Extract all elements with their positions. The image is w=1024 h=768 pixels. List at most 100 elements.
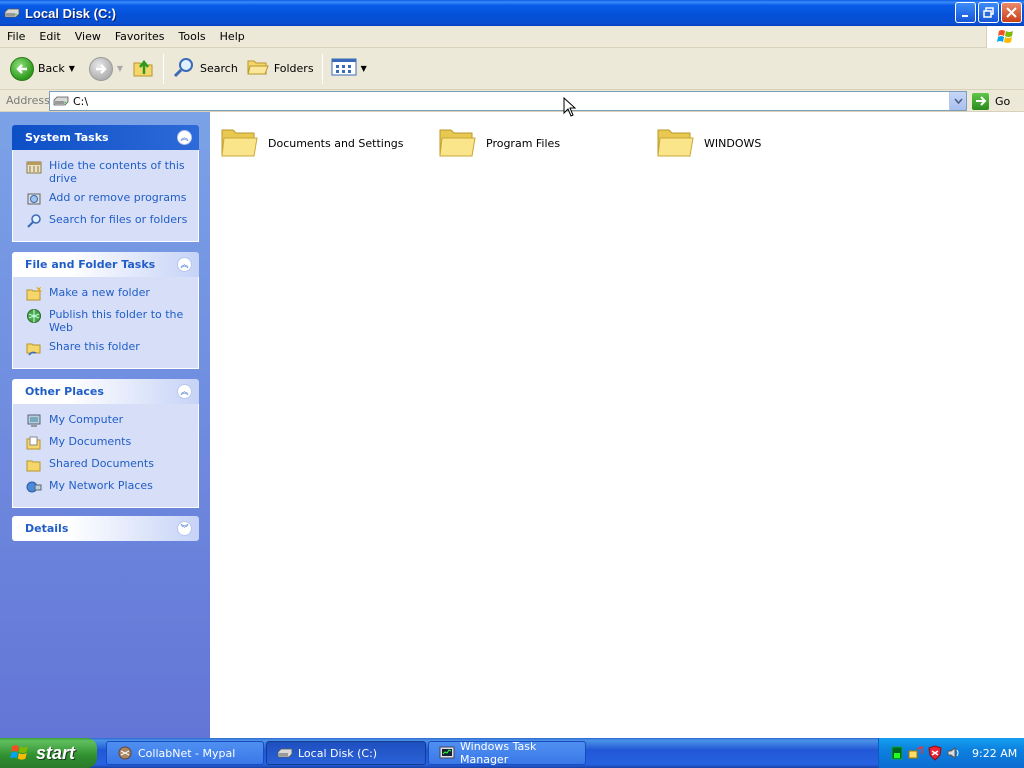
task-label: Add or remove programs [49,191,187,204]
add-remove-programs-icon [26,191,42,207]
collapse-icon[interactable]: ︽ [177,384,192,399]
task-search-files[interactable]: Search for files or folders [26,213,190,229]
drive-icon [4,5,20,21]
collapse-icon[interactable]: ︽ [177,130,192,145]
menu-edit[interactable]: Edit [32,27,67,47]
address-value: C:\ [73,94,89,108]
task-add-remove-programs[interactable]: Add or remove programs [26,191,190,207]
folder-label: Documents and Settings [268,137,404,150]
folder-label: WINDOWS [704,137,762,150]
forward-dropdown-icon[interactable]: ▼ [117,64,123,73]
folder-icon [656,124,694,163]
chevron-down-icon [953,98,963,104]
close-icon [1006,7,1017,18]
shared-documents-icon [26,457,42,473]
search-icon [26,213,42,229]
views-button[interactable]: ▼ [327,52,371,86]
up-folder-icon [131,55,155,82]
collapse-icon[interactable]: ︽ [177,257,192,272]
task-publish-web[interactable]: Publish this folder to the Web [26,308,190,334]
system-tasks-title: System Tasks [25,131,109,144]
task-manager-icon [439,745,455,761]
minimize-icon [961,14,968,17]
place-shared-documents[interactable]: Shared Documents [26,457,190,473]
system-tasks-header[interactable]: System Tasks ︽ [12,125,199,150]
folder-item[interactable]: Documents and Settings [220,124,404,163]
restore-button[interactable] [978,2,999,23]
folders-button[interactable]: Folders [242,52,318,86]
taskbar-button-label: Local Disk (C:) [298,746,378,760]
menu-help[interactable]: Help [213,27,252,47]
start-label: start [36,742,76,763]
toolbar-separator [163,53,165,84]
start-button[interactable]: start [0,738,97,768]
clock[interactable]: 9:22 AM [972,747,1017,760]
windows-logo-icon [986,26,1024,48]
taskbar: start CollabNet - Mypal Local Disk (C:) … [0,738,1024,768]
hide-contents-icon [26,159,42,175]
place-my-computer[interactable]: My Computer [26,413,190,429]
other-places-header[interactable]: Other Places ︽ [12,379,199,404]
place-my-documents[interactable]: My Documents [26,435,190,451]
forward-arrow-icon [88,56,113,81]
views-dropdown-icon[interactable]: ▼ [361,64,367,73]
windows-logo-icon [10,744,30,762]
system-tray: 9:22 AM [878,738,1024,768]
close-button[interactable] [1001,2,1022,23]
address-dropdown-button[interactable] [949,92,966,110]
network-tray-icon[interactable] [908,745,924,761]
menu-favorites[interactable]: Favorites [108,27,172,47]
cpu-meter-icon[interactable] [889,745,905,761]
restore-icon [983,7,994,18]
security-shield-icon[interactable] [927,745,943,761]
window-title: Local Disk (C:) [25,5,117,21]
menu-tools[interactable]: Tools [172,27,213,47]
up-button[interactable] [127,52,159,86]
minimize-button[interactable] [955,2,976,23]
task-pane: System Tasks ︽ Hide the contents of this… [0,112,210,738]
place-label: My Documents [49,435,132,448]
file-folder-tasks-header[interactable]: File and Folder Tasks ︽ [12,252,199,277]
place-label: My Network Places [49,479,153,492]
taskbar-button-collabnet[interactable]: CollabNet - Mypal [106,741,264,765]
taskbar-button-label: Windows Task Manager [460,740,537,766]
menu-file[interactable]: File [0,27,32,47]
taskbar-button-local-disk[interactable]: Local Disk (C:) [266,741,426,765]
taskbar-button-label: CollabNet - Mypal [138,746,236,760]
taskbar-button-task-manager[interactable]: Windows Task Manager [428,740,586,766]
drive-icon [277,745,293,761]
search-button[interactable]: Search [168,52,242,86]
system-tasks-box: System Tasks ︽ Hide the contents of this… [12,125,199,242]
task-share-folder[interactable]: Share this folder [26,340,190,356]
publish-web-icon [26,308,42,324]
task-hide-contents[interactable]: Hide the contents of this drive [26,159,190,185]
folder-icon [438,124,476,163]
place-network-places[interactable]: My Network Places [26,479,190,495]
folder-item[interactable]: Program Files [438,124,560,163]
toolbar-separator [321,53,323,84]
expand-icon[interactable]: ︾ [177,521,192,536]
file-folder-tasks-title: File and Folder Tasks [25,258,156,271]
task-label: Make a new folder [49,286,150,299]
address-input[interactable]: C:\ [49,91,967,111]
share-folder-icon [26,340,42,356]
details-title: Details [25,522,69,535]
details-header[interactable]: Details ︾ [12,516,199,541]
toolbar: Back ▼ ▼ Search Folders ▼ [0,48,1024,90]
back-dropdown-icon[interactable]: ▼ [69,64,75,73]
folder-icon [220,124,258,163]
search-label: Search [200,62,238,75]
volume-icon[interactable] [946,745,962,761]
menu-view[interactable]: View [68,27,108,47]
back-button[interactable]: Back ▼ [6,52,79,86]
folder-item[interactable]: WINDOWS [656,124,761,163]
forward-button[interactable]: ▼ [85,52,127,86]
place-label: My Computer [49,413,124,426]
title-bar[interactable]: Local Disk (C:) [0,0,1024,26]
go-label: Go [995,94,1011,108]
views-icon [331,57,357,80]
task-new-folder[interactable]: Make a new folder [26,286,190,302]
back-label: Back [38,62,65,75]
file-list-view[interactable]: Documents and Settings Program Files WIN… [210,112,1024,738]
go-button[interactable]: Go [972,91,1010,111]
